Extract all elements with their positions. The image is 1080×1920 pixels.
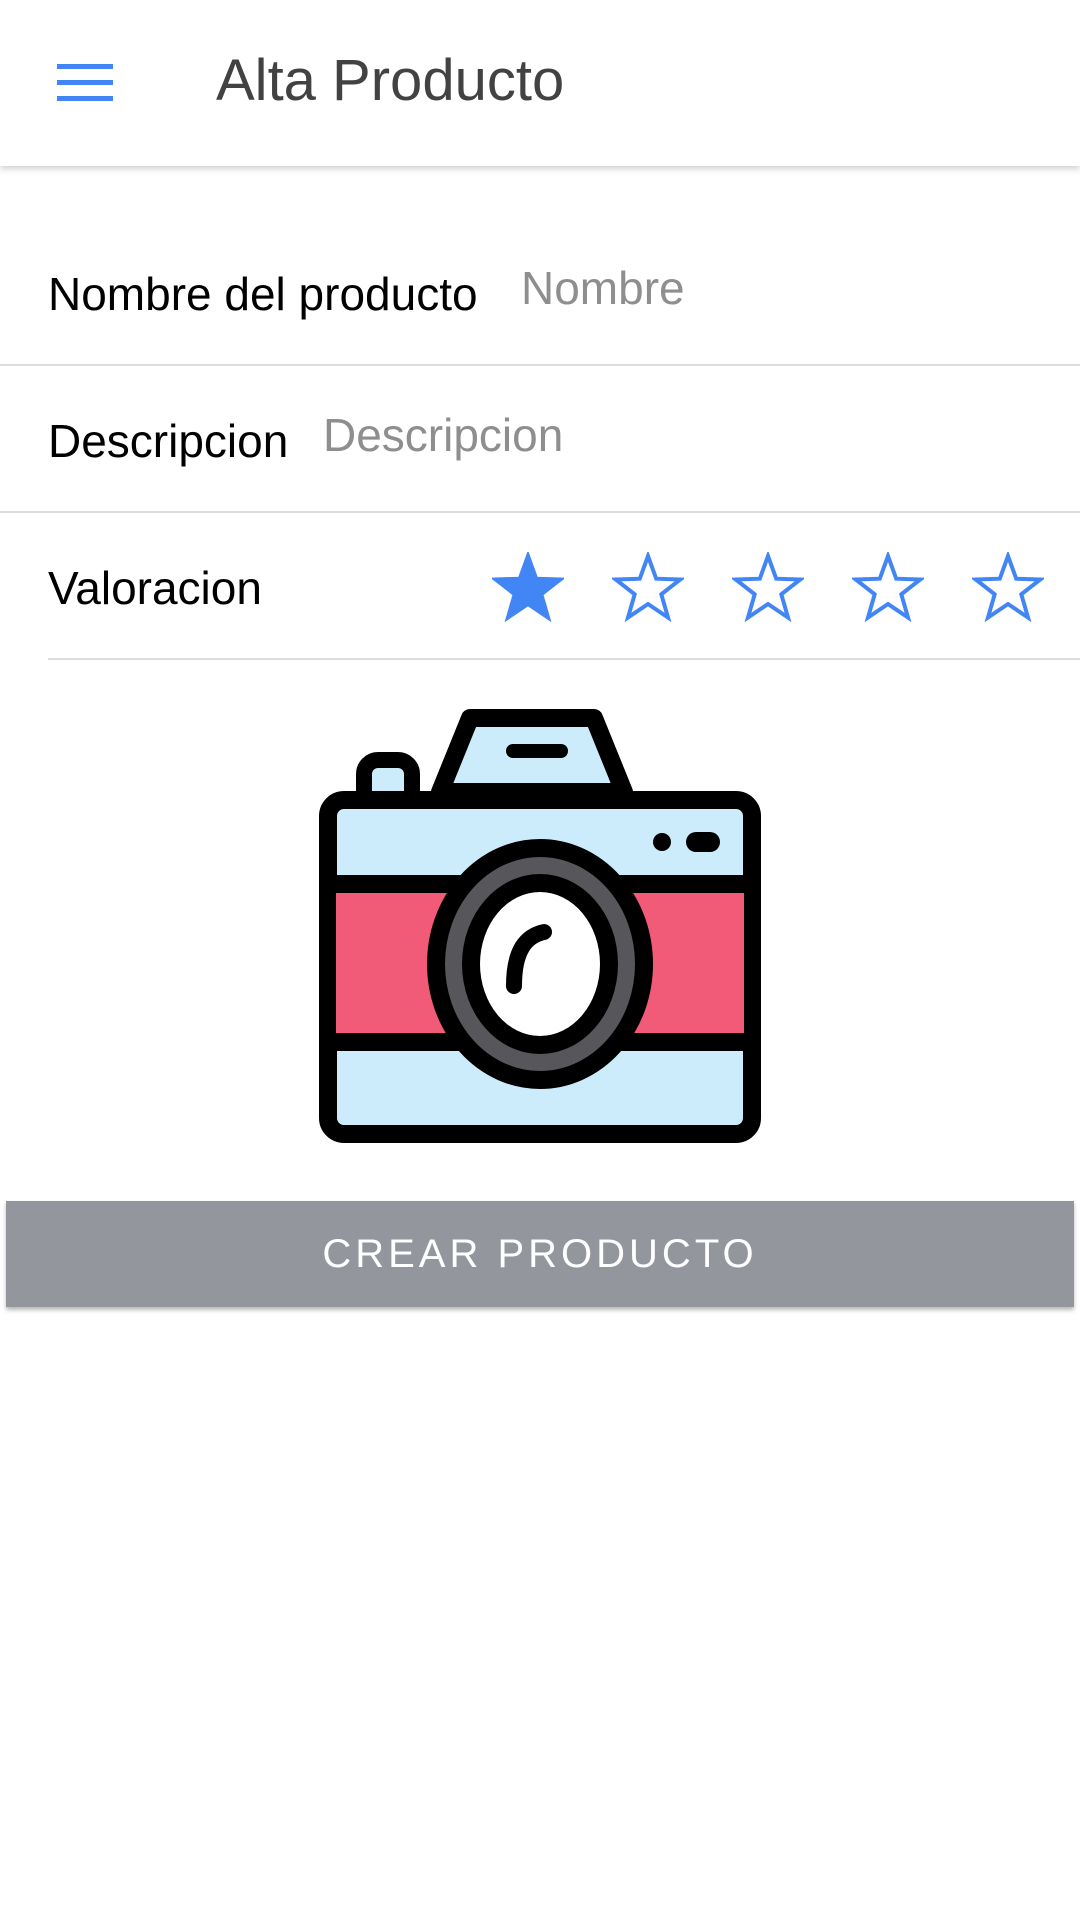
descripcion-input[interactable] [323, 403, 1043, 467]
star-4[interactable] [828, 548, 948, 628]
menu-button[interactable] [30, 38, 140, 128]
nombre-label: Nombre del producto [48, 268, 478, 320]
rating-bar[interactable] [468, 548, 1068, 628]
star-filled-icon [492, 552, 564, 623]
star-outline-icon [732, 552, 804, 623]
descripcion-row: Descripcion [0, 367, 1080, 513]
page-title: Alta Producto [216, 48, 565, 113]
star-outline-icon [972, 552, 1044, 623]
valoracion-row: Valoracion [48, 514, 1080, 660]
star-1[interactable] [468, 548, 588, 628]
nombre-row: Nombre del producto [0, 220, 1080, 366]
screen: Alta Producto Nombre del producto Descri… [0, 0, 1080, 1920]
star-outline-icon [852, 552, 924, 623]
app-bar: Alta Producto [0, 0, 1080, 166]
descripcion-label: Descripcion [48, 415, 289, 467]
star-3[interactable] [708, 548, 828, 628]
star-2[interactable] [588, 548, 708, 628]
star-outline-icon [612, 552, 684, 623]
star-5[interactable] [948, 548, 1068, 628]
valoracion-label: Valoracion [48, 562, 262, 614]
image-picker[interactable] [318, 704, 762, 1144]
menu-icon [57, 62, 113, 104]
camera-icon [318, 704, 762, 1144]
create-product-button[interactable]: CREAR PRODUCTO [6, 1201, 1074, 1307]
nombre-input[interactable] [521, 256, 1051, 320]
